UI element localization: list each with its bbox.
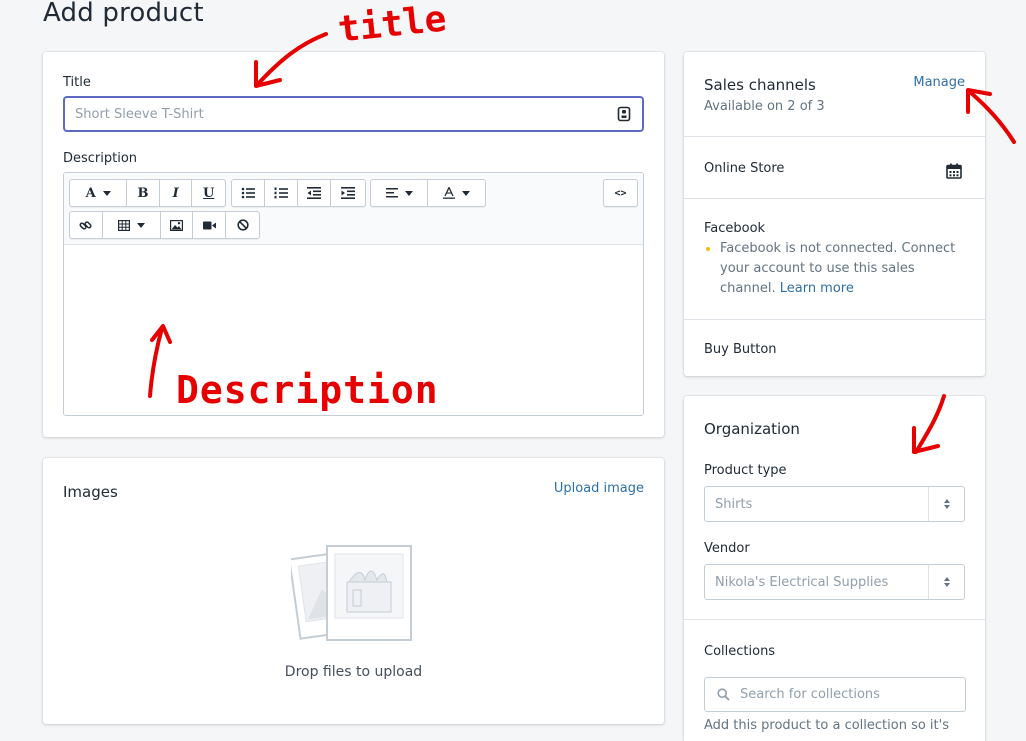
- collections-label: Collections: [704, 644, 776, 659]
- images-card: Images Upload image Drop files to upload: [43, 458, 664, 724]
- insert-video-button[interactable]: [193, 212, 227, 238]
- insert-image-button[interactable]: [161, 212, 194, 238]
- insert-link-button[interactable]: [70, 212, 103, 238]
- select-arrows-icon: [928, 487, 964, 521]
- chevron-down-icon: [102, 190, 111, 196]
- bullet-list-button[interactable]: [232, 180, 265, 206]
- warning-dot: [706, 247, 710, 251]
- video-icon: [202, 221, 216, 229]
- learn-more-link[interactable]: Learn more: [780, 281, 854, 296]
- chevron-down-icon: [136, 222, 145, 228]
- page-title: Add product: [43, 0, 204, 28]
- code-group: <>: [603, 179, 638, 207]
- underline-button[interactable]: U: [192, 180, 225, 206]
- autofill-icon[interactable]: [617, 106, 631, 122]
- channel-facebook: Facebook Facebook is not connected. Conn…: [684, 198, 985, 319]
- outdent-icon: [307, 187, 321, 199]
- editor-toolbar: A B I U <>: [64, 173, 643, 245]
- buy-button-label: Buy Button: [704, 342, 777, 357]
- title-input[interactable]: [63, 96, 644, 132]
- organization-card: Organization Product type Shirts Vendor …: [684, 396, 985, 741]
- font-style-dropdown[interactable]: A: [70, 180, 128, 206]
- channel-online-store: Online Store: [684, 136, 985, 198]
- indent-button[interactable]: [331, 180, 364, 206]
- numbered-list-icon: [274, 187, 288, 199]
- format-group: [370, 179, 486, 207]
- italic-button[interactable]: I: [160, 180, 193, 206]
- bold-button[interactable]: B: [127, 180, 160, 206]
- sales-channels-title: Sales channels: [704, 76, 816, 94]
- drop-files-text: Drop files to upload: [284, 664, 423, 680]
- vendor-value: Nikola's Electrical Supplies: [715, 574, 889, 590]
- organization-title: Organization: [704, 420, 800, 438]
- chevron-down-icon: [404, 190, 413, 196]
- align-left-icon: [385, 188, 398, 198]
- numbered-list-button[interactable]: [265, 180, 298, 206]
- bullet-list-icon: [241, 187, 255, 199]
- code-view-button[interactable]: <>: [604, 180, 637, 206]
- photos-illustration-icon: [291, 545, 412, 641]
- chevron-down-icon: [462, 190, 470, 196]
- manage-link[interactable]: Manage: [913, 75, 965, 90]
- indent-icon: [340, 187, 355, 199]
- product-type-value: Shirts: [715, 496, 753, 512]
- online-store-label: Online Store: [704, 161, 785, 176]
- search-icon: [717, 688, 730, 701]
- align-dropdown[interactable]: [371, 180, 429, 206]
- product-type-label: Product type: [704, 463, 787, 478]
- text-color-dropdown[interactable]: [428, 180, 485, 206]
- vendor-select[interactable]: Nikola's Electrical Supplies: [704, 564, 965, 600]
- facebook-label: Facebook: [704, 221, 766, 236]
- facebook-warning-text: Facebook is not connected. Connect your …: [720, 239, 965, 299]
- link-icon: [79, 220, 92, 230]
- collections-search-input[interactable]: [704, 677, 966, 712]
- image-icon: [169, 219, 183, 231]
- clear-formatting-button[interactable]: [226, 212, 259, 238]
- vendor-label: Vendor: [704, 541, 750, 556]
- upload-image-link[interactable]: Upload image: [554, 481, 644, 496]
- font-letter: A: [85, 185, 96, 201]
- images-title: Images: [63, 483, 118, 501]
- title-label: Title: [63, 75, 91, 90]
- sales-channels-card: Sales channels Available on 2 of 3 Manag…: [684, 52, 985, 376]
- product-type-select[interactable]: Shirts: [704, 486, 965, 522]
- insert-table-dropdown[interactable]: [103, 212, 161, 238]
- outdent-button[interactable]: [298, 180, 331, 206]
- text-style-group: A B I U: [69, 179, 226, 207]
- sales-channels-subtitle: Available on 2 of 3: [704, 99, 825, 114]
- clear-format-icon: [236, 219, 249, 231]
- text-color-icon: [443, 187, 455, 199]
- description-label: Description: [63, 151, 138, 166]
- annotation-description-text: Description: [176, 368, 439, 412]
- insert-group: [69, 211, 260, 239]
- table-icon: [117, 219, 130, 231]
- calendar-icon[interactable]: [946, 163, 962, 179]
- collections-help-text: Add this product to a collection so it's: [704, 718, 949, 733]
- list-group: [231, 179, 366, 207]
- annotation-title-text: title: [336, 0, 449, 51]
- channel-buy-button: Buy Button: [684, 319, 985, 376]
- select-arrows-icon: [928, 565, 964, 599]
